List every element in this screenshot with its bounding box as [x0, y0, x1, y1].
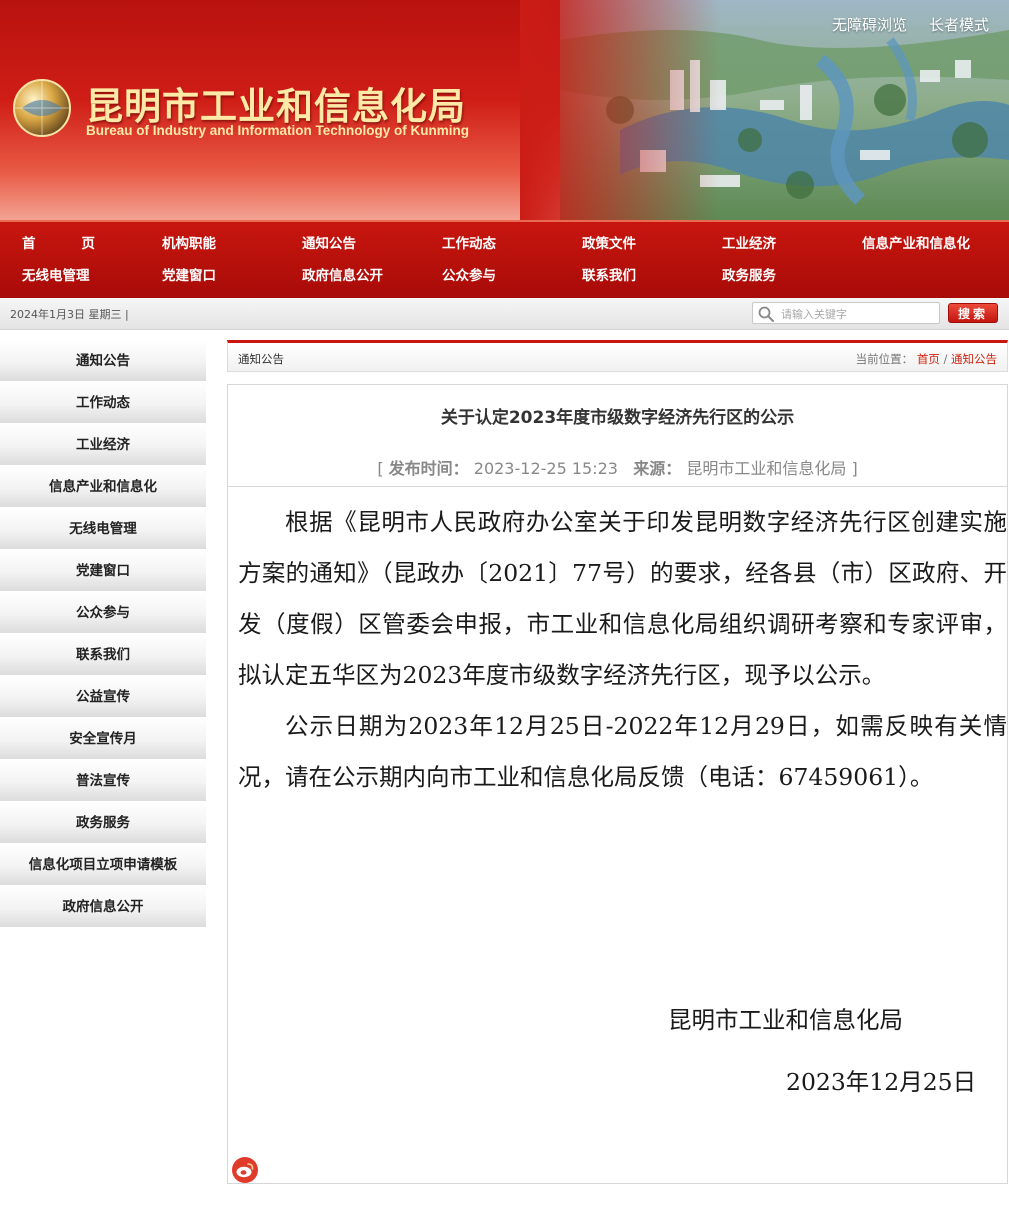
site-title: 昆明市工业和信息化局 [86, 85, 466, 128]
nav-notices[interactable]: 通知公告 [302, 232, 356, 252]
sidebar-item-legal-education[interactable]: 普法宣传 [0, 760, 206, 802]
sidebar-item-contact-us[interactable]: 联系我们 [0, 634, 206, 676]
info-bar: 2024年1月3日 星期三 | 搜索 [0, 298, 1009, 330]
breadcrumb-path: 当前位置： 首页 / 通知公告 [856, 351, 997, 367]
sidebar-item-project-template[interactable]: 信息化项目立项申请模板 [0, 844, 206, 886]
publish-time: 2023-12-25 15:23 [473, 459, 618, 478]
top-links: 无障碍浏览 长者模式 [832, 14, 989, 35]
signature-organization: 昆明市工业和信息化局 [668, 1006, 903, 1034]
article-paragraph: 根据《昆明市人民政府办公室关于印发昆明数字经济先行区创建实施方案的通知》（昆政办… [238, 508, 1007, 689]
article-header: 关于认定2023年度市级数字经济先行区的公示 [ 发布时间： 2023-12-2… [228, 385, 1007, 487]
weibo-share-button[interactable] [232, 1157, 258, 1183]
publish-time-label: 发布时间： [388, 459, 469, 478]
sidebar-item-public-participation[interactable]: 公众参与 [0, 592, 206, 634]
source-label: 来源： [633, 459, 682, 478]
nav-policy-docs[interactable]: 政策文件 [582, 232, 636, 252]
nav-row-2: 无线电管理 党建窗口 政府信息公开 公众参与 联系我们 政务服务 [0, 264, 1009, 290]
breadcrumb-home-link[interactable]: 首页 [917, 352, 940, 366]
breadcrumb-label: 当前位置： [855, 352, 914, 366]
site-subtitle: Bureau of Industry and Information Techn… [86, 123, 469, 138]
search-box [752, 302, 940, 324]
breadcrumb: 通知公告 当前位置： 首页 / 通知公告 [227, 340, 1008, 372]
nav-public-participation[interactable]: 公众参与 [442, 264, 496, 284]
nav-home[interactable]: 首页 [22, 232, 95, 252]
article: 关于认定2023年度市级数字经济先行区的公示 [ 发布时间： 2023-12-2… [227, 384, 1008, 1184]
sidebar: 通知公告 工作动态 工业经济 信息产业和信息化 无线电管理 党建窗口 公众参与 … [0, 340, 206, 928]
nav-party-window[interactable]: 党建窗口 [162, 264, 216, 284]
sidebar-item-gov-info[interactable]: 政府信息公开 [0, 886, 206, 928]
sidebar-item-work-news[interactable]: 工作动态 [0, 382, 206, 424]
search-input[interactable] [781, 305, 937, 323]
article-title: 关于认定2023年度市级数字经济先行区的公示 [440, 408, 795, 428]
article-source: 昆明市工业和信息化局 [686, 459, 847, 478]
search-button[interactable]: 搜索 [948, 303, 998, 323]
article-body: 根据《昆明市人民政府办公室关于印发昆明数字经济先行区创建实施方案的通知》（昆政办… [238, 497, 1007, 803]
sidebar-item-notices[interactable]: 通知公告 [0, 340, 206, 382]
article-paragraph: 公示日期为2023年12月25日-2022年12月29日，如需反映有关情况，请在… [238, 712, 1007, 791]
sidebar-item-party-window[interactable]: 党建窗口 [0, 550, 206, 592]
sidebar-item-info-industry[interactable]: 信息产业和信息化 [0, 466, 206, 508]
nav-row-1: 首页 机构职能 通知公告 工作动态 政策文件 工业经济 信息产业和信息化 [0, 232, 1009, 258]
sidebar-item-public-welfare[interactable]: 公益宣传 [0, 676, 206, 718]
breadcrumb-current-link[interactable]: 通知公告 [951, 352, 997, 366]
sidebar-item-gov-services[interactable]: 政务服务 [0, 802, 206, 844]
nav-radio-management[interactable]: 无线电管理 [22, 264, 90, 284]
meta-open-bracket: [ [377, 459, 384, 478]
breadcrumb-separator: / [943, 352, 948, 366]
elder-mode-link[interactable]: 长者模式 [929, 14, 989, 35]
signature-date: 2023年12月25日 [786, 1068, 977, 1096]
nav-functions[interactable]: 机构职能 [162, 232, 216, 252]
accessibility-link[interactable]: 无障碍浏览 [832, 14, 907, 35]
nav-work-news[interactable]: 工作动态 [442, 232, 496, 252]
nav-info-industry[interactable]: 信息产业和信息化 [862, 232, 970, 252]
sidebar-item-radio-management[interactable]: 无线电管理 [0, 508, 206, 550]
sidebar-item-industrial-economy[interactable]: 工业经济 [0, 424, 206, 466]
nav-contact-us[interactable]: 联系我们 [582, 264, 636, 284]
current-date: 2024年1月3日 星期三 | [10, 308, 129, 321]
nav-gov-services[interactable]: 政务服务 [722, 264, 776, 284]
header-banner: 昆明市工业和信息化局 Bureau of Industry and Inform… [0, 0, 1009, 220]
globe-logo-icon [13, 79, 71, 137]
article-meta: [ 发布时间： 2023-12-25 15:23 来源： 昆明市工业和信息化局 … [228, 455, 1007, 479]
main-nav: 首页 机构职能 通知公告 工作动态 政策文件 工业经济 信息产业和信息化 无线电… [0, 220, 1009, 298]
section-title: 通知公告 [238, 352, 284, 366]
search-icon [758, 306, 774, 322]
weibo-icon [236, 1163, 254, 1178]
nav-gov-info[interactable]: 政府信息公开 [302, 264, 383, 284]
sidebar-item-safety-month[interactable]: 安全宣传月 [0, 718, 206, 760]
nav-industrial-economy[interactable]: 工业经济 [722, 232, 776, 252]
meta-close-bracket: ] [851, 459, 858, 478]
